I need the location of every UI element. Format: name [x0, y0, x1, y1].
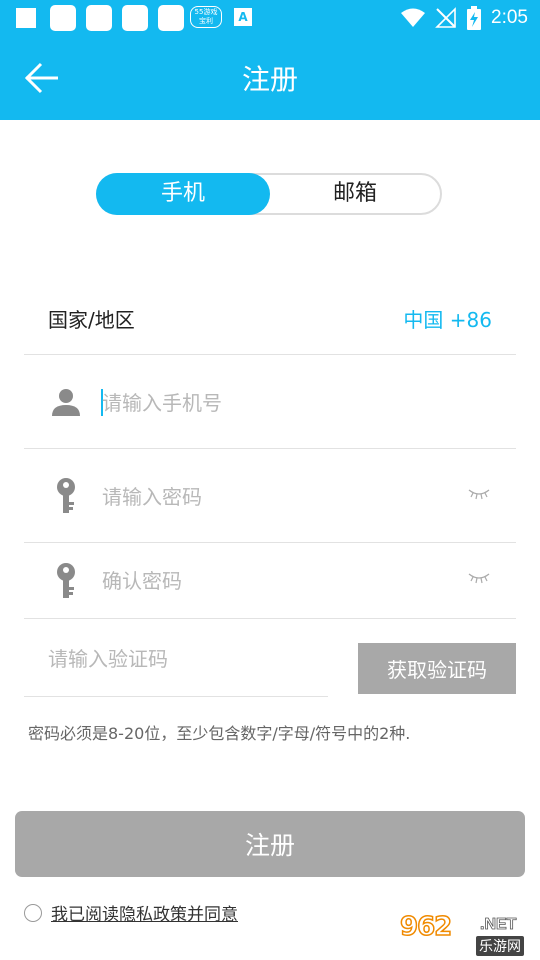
watermark-domain: .NET [480, 916, 517, 934]
key-icon [46, 476, 86, 516]
notification-icon [50, 5, 76, 31]
notification-icon [158, 5, 184, 31]
confirm-password-input[interactable] [102, 561, 442, 601]
verification-code-input[interactable] [48, 641, 308, 677]
country-code-value[interactable]: 中国 +86 [403, 304, 492, 333]
no-signal-icon [435, 7, 456, 28]
watermark-site: 乐游网 [476, 936, 524, 956]
password-row [24, 449, 516, 543]
phone-input[interactable] [102, 383, 442, 423]
notification-icon [122, 5, 148, 31]
watermark-logo: 962 .NET 乐游网 [399, 911, 536, 956]
notification-icon [16, 8, 36, 28]
confirm-password-row [24, 543, 516, 619]
register-button[interactable]: 注册 [15, 811, 525, 877]
battery-charging-icon [467, 6, 482, 30]
privacy-agreement[interactable]: 我已阅读隐私政策并同意 [24, 900, 238, 925]
phone-row [24, 355, 516, 449]
title-bar: 注册 [0, 36, 540, 120]
verification-code-row [24, 619, 328, 697]
password-hint: 密码必须是8-20位，至少包含数字/字母/符号中的2种. [28, 724, 411, 743]
watermark-number: 962 [399, 911, 453, 943]
app-header: 55游戏 宝利 A 2:05 注册 [0, 0, 540, 120]
agree-radio[interactable] [24, 903, 42, 922]
user-icon [46, 382, 86, 422]
keyboard-icon: A [234, 8, 252, 26]
page-title: 注册 [241, 63, 298, 96]
tab-email[interactable]: 邮箱 [268, 173, 442, 215]
eye-closed-icon[interactable] [468, 487, 490, 501]
country-label: 国家/地区 [48, 308, 135, 332]
tab-phone[interactable]: 手机 [96, 173, 270, 215]
status-indicators: 2:05 [401, 4, 528, 32]
app-badge-icon: 55游戏 宝利 [190, 6, 222, 28]
notification-icon [86, 5, 112, 31]
privacy-policy-link[interactable]: 我已阅读隐私政策并同意 [51, 900, 238, 925]
get-code-button[interactable]: 获取验证码 [358, 643, 516, 694]
key-icon [46, 561, 86, 601]
register-method-toggle: 手机 邮箱 [96, 173, 442, 215]
wifi-icon [401, 8, 426, 27]
status-bar: 55游戏 宝利 A 2:05 [0, 0, 540, 36]
password-input[interactable] [102, 477, 442, 517]
clock: 2:05 [491, 7, 528, 28]
country-selector[interactable]: 国家/地区 中国 +86 [24, 278, 516, 355]
eye-closed-icon[interactable] [468, 571, 490, 585]
